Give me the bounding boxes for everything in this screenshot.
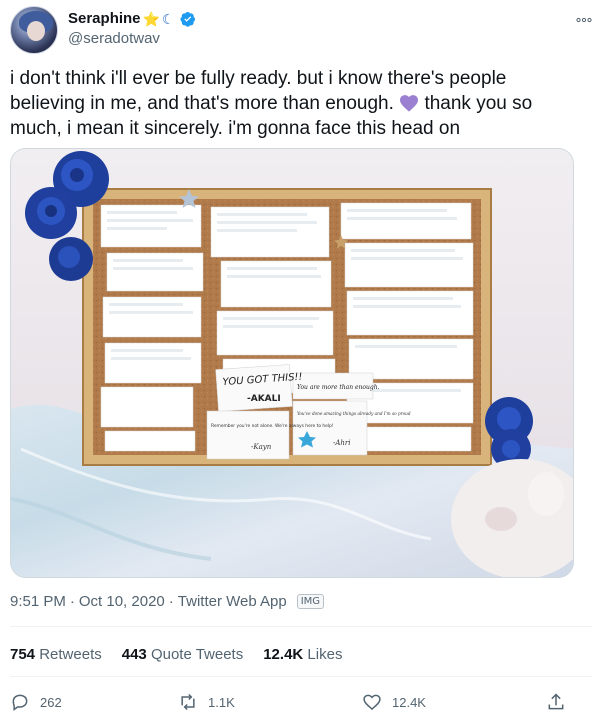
more-options-icon[interactable] [576,12,592,26]
tweet-actions: 262 1.1K 12.4K [10,692,570,716]
reply-button[interactable]: 262 [10,692,62,712]
divider [10,676,592,677]
share-icon [548,693,564,710]
retweet-button[interactable]: 1.1K [178,692,235,712]
avatar-face [27,21,45,41]
note-3-text: Remember you're not alone. We're always … [211,423,334,429]
note-3-signature: -Kayn [251,443,272,451]
moon-emoji-icon: ☾ [161,10,175,27]
like-button[interactable]: 12.4K [362,692,426,712]
note-4-signature: -Ahri [333,439,351,447]
tweet-stats: 754 Retweets 443 Quote Tweets 12.4K Like… [10,646,342,663]
note-4-text: You've done amazing things already and I… [297,411,411,416]
retweets-stat[interactable]: 754 Retweets [10,646,102,663]
display-name[interactable]: Seraphine [68,10,141,27]
retweet-count: 1.1K [208,694,235,710]
note-2-text: You are more than enough. [297,384,380,391]
img-badge[interactable]: IMG [296,594,325,609]
tweet-source[interactable]: Twitter Web App [178,593,287,610]
tweet-date[interactable]: Oct 10, 2020 [79,593,165,610]
purple-heart-icon [400,95,419,112]
tweet-text: i don't think i'll ever be fully ready. … [10,66,550,141]
name-row: Seraphine ⭐ ☾ [68,10,196,27]
verified-badge-icon [179,11,195,27]
tweet-meta: 9:51 PM · Oct 10, 2020 · Twitter Web App… [10,593,325,610]
meta-separator: · [168,593,174,610]
share-button[interactable] [546,692,566,712]
reply-icon [12,694,28,711]
note-1-signature: -AKALI [247,394,281,404]
tweet-header: Seraphine ⭐ ☾ @seradotwav [10,6,592,54]
likes-stat[interactable]: 12.4K Likes [263,646,342,663]
star-emoji-icon: ⭐ [142,10,160,27]
like-count: 12.4K [392,694,426,710]
tweet-time[interactable]: 9:51 PM [10,593,66,610]
quote-tweets-stat[interactable]: 443 Quote Tweets [122,646,243,663]
tweet-image[interactable]: YOU GOT THIS!! -AKALI You are more than … [10,148,574,578]
handle[interactable]: @seradotwav [68,30,160,47]
avatar[interactable] [10,6,58,54]
meta-separator: · [69,593,75,610]
divider [10,626,592,627]
retweet-icon [181,693,195,711]
like-heart-icon [363,694,381,711]
reply-count: 262 [40,694,62,710]
corkboard-photo: YOU GOT THIS!! -AKALI You are more than … [11,149,573,577]
